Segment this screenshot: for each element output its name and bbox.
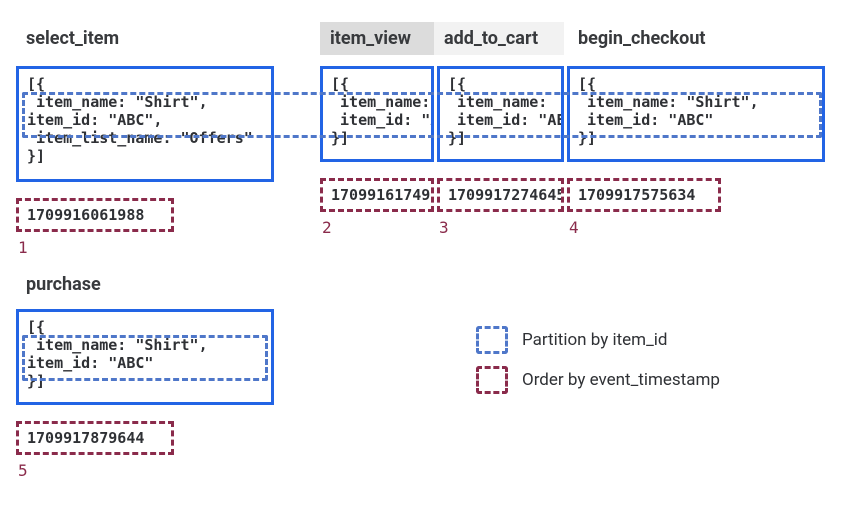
legend-swatch-order [476, 366, 508, 394]
event-timestamp-select-item: 1709916061988 [16, 198, 174, 232]
event-payload-begin-checkout: [{ item_name: "Shirt", item_id: "ABC" }] [567, 66, 825, 162]
event-index-begin-checkout: 4 [569, 218, 579, 237]
event-payload-add-to-cart: [{ item_name: item_id: "AE }] [437, 66, 564, 162]
legend-row-partition: Partition by item_id [476, 326, 667, 354]
event-index-purchase: 5 [18, 461, 28, 480]
event-timestamp-add-to-cart: 1709917274645 [437, 178, 564, 212]
event-label-select-item: select_item [16, 22, 129, 55]
event-payload-purchase: [{ item_name: "Shirt", item_id: "ABC" }] [16, 309, 274, 405]
legend-row-order: Order by event_timestamp [476, 366, 720, 394]
legend-text-partition: Partition by item_id [522, 326, 667, 354]
legend-swatch-partition [476, 326, 508, 354]
event-payload-select-item: [{ item_name: "Shirt", item_id: "ABC", i… [16, 66, 274, 182]
diagram-canvas: select_item [{ item_name: "Shirt", item_… [0, 0, 849, 531]
event-timestamp-begin-checkout: 1709917575634 [567, 178, 721, 212]
event-label-begin-checkout: begin_checkout [568, 22, 716, 55]
event-index-add-to-cart: 3 [439, 218, 449, 237]
event-timestamp-item-view: 1709916174950 [320, 178, 434, 212]
legend-text-order: Order by event_timestamp [522, 366, 720, 394]
event-timestamp-purchase: 1709917879644 [16, 421, 174, 455]
event-label-add-to-cart: add_to_cart [434, 22, 564, 55]
event-label-item-view: item_view [320, 22, 434, 55]
event-payload-item-view: [{ item_name: item_id: "AE }] [320, 66, 434, 162]
event-index-item-view: 2 [322, 218, 332, 237]
event-index-select-item: 1 [18, 238, 28, 257]
event-label-purchase: purchase [16, 268, 111, 301]
